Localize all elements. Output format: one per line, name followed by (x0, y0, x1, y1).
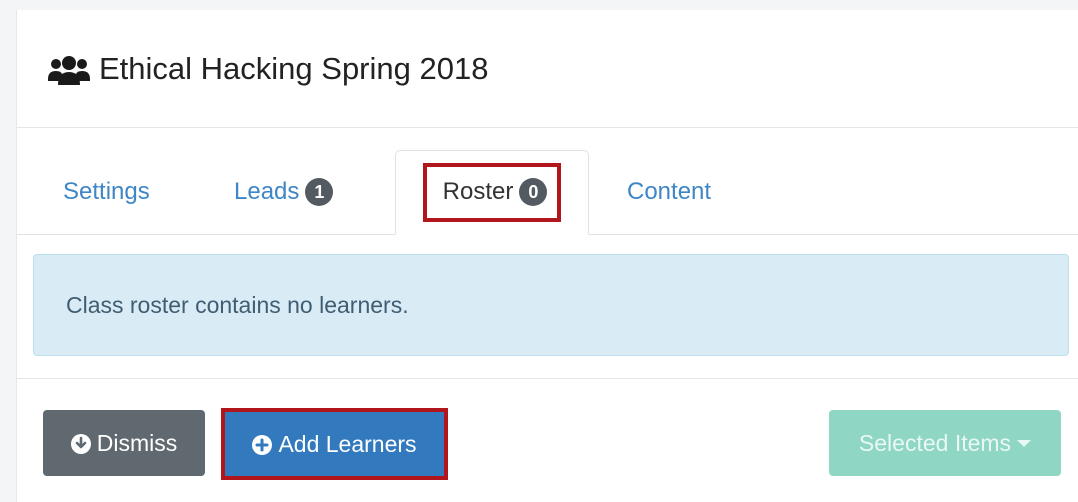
class-panel: Ethical Hacking Spring 2018 Settings Lea… (16, 10, 1078, 502)
divider (17, 378, 1078, 379)
dismiss-label: Dismiss (96, 429, 178, 456)
panel-header: Ethical Hacking Spring 2018 (17, 10, 1078, 128)
dismiss-button[interactable]: Dismiss (43, 410, 205, 476)
selected-items-label: Selected Items (858, 429, 1012, 456)
tab-bar: Settings Leads 1 Roster 0 Content (17, 150, 1078, 235)
add-learners-highlight: Add Learners (221, 408, 448, 480)
plus-circle-icon (252, 434, 273, 455)
tab-leads[interactable]: Leads 1 (234, 150, 334, 234)
leads-count-badge: 1 (305, 178, 334, 206)
tab-content[interactable]: Content (627, 150, 711, 234)
caret-down-icon (1017, 439, 1032, 447)
tab-content-label: Content (627, 178, 712, 205)
tab-leads-label: Leads (234, 178, 300, 205)
roster-count-badge: 0 (519, 178, 548, 206)
tab-roster[interactable]: Roster 0 (395, 150, 589, 235)
tab-settings[interactable]: Settings (63, 150, 150, 234)
add-learners-label: Add Learners (278, 430, 417, 457)
alert-text: Class roster contains no learners. (66, 291, 409, 318)
roster-highlight: Roster 0 (422, 163, 562, 222)
tab-settings-label: Settings (63, 178, 150, 205)
selected-items-dropdown[interactable]: Selected Items (829, 410, 1061, 476)
add-learners-button[interactable]: Add Learners (225, 412, 444, 476)
empty-roster-alert: Class roster contains no learners. (33, 254, 1069, 356)
page-title: Ethical Hacking Spring 2018 (99, 50, 489, 86)
arrow-circle-down-icon (70, 433, 91, 454)
users-icon (47, 55, 91, 85)
tab-roster-label: Roster (442, 178, 514, 205)
